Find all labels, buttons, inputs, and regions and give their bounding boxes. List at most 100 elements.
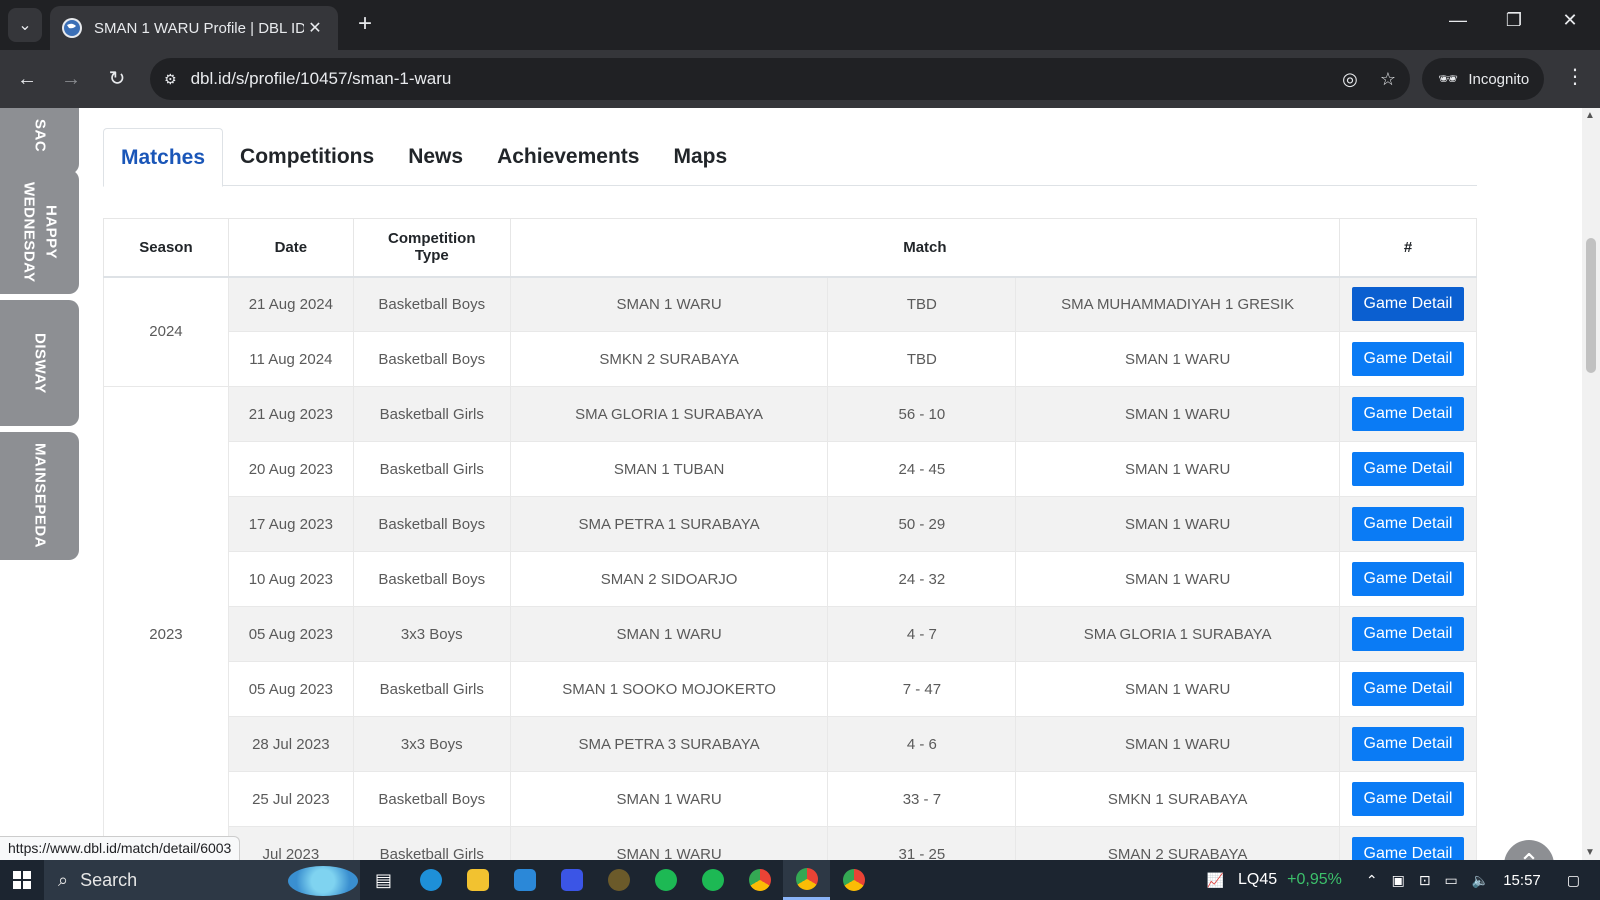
stock-name[interactable]: LQ45 (1238, 871, 1277, 889)
scroll-up-arrow-icon[interactable]: ▲ (1585, 110, 1595, 121)
tab-news[interactable]: News (391, 128, 480, 186)
chrome-icon[interactable] (736, 860, 783, 900)
tab-search-button[interactable]: ⌄ (8, 8, 42, 42)
game-detail-button[interactable]: Game Detail (1351, 342, 1465, 376)
clock[interactable]: 15:57 (1503, 872, 1541, 889)
stock-change[interactable]: +0,95% (1287, 871, 1342, 889)
game-detail-button[interactable]: Game Detail (1351, 727, 1465, 761)
site-info-icon[interactable]: ⚙ (164, 71, 177, 88)
battery-icon[interactable]: ▭ (1445, 872, 1458, 889)
tab-achievements[interactable]: Achievements (480, 128, 656, 186)
eye-off-icon[interactable]: ◎ (1342, 69, 1358, 90)
spotify-icon[interactable] (642, 860, 689, 900)
notifications-icon[interactable]: ▢ (1567, 872, 1580, 889)
browser-tab[interactable]: SMAN 1 WARU Profile | DBL ID ✕ (50, 6, 338, 50)
side-tab-mainsepeda[interactable]: MAINSEPEDA (0, 432, 79, 560)
game-detail-button[interactable]: Game Detail (1351, 287, 1465, 322)
taskbar-search[interactable]: ⌕ Search (44, 860, 360, 900)
chevron-down-icon: ⌄ (18, 17, 32, 34)
restore-button[interactable]: ❐ (1494, 10, 1534, 40)
chevron-up-icon[interactable]: ⌃ (1366, 872, 1378, 889)
competition-type-cell: Basketball Boys (352, 331, 511, 387)
away-team-cell: SMAN 1 WARU (1015, 551, 1341, 607)
score-cell: 24 - 32 (827, 551, 1017, 607)
chrome-icon[interactable] (783, 860, 830, 900)
action-cell: Game Detail (1339, 661, 1477, 717)
scroll-to-top-button[interactable]: ⌃ (1504, 840, 1554, 860)
chrome-icon[interactable] (830, 860, 877, 900)
action-cell: Game Detail (1339, 551, 1477, 607)
date-cell: 10 Aug 2023 (227, 551, 354, 607)
bookmark-star-icon[interactable]: ☆ (1380, 69, 1396, 90)
tab-matches[interactable]: Matches (103, 128, 224, 187)
game-detail-button[interactable]: Game Detail (1351, 837, 1465, 860)
edge-icon[interactable] (407, 860, 454, 900)
mail-icon[interactable] (501, 860, 548, 900)
score-cell: TBD (827, 331, 1017, 387)
date-cell: 11 Aug 2024 (227, 331, 354, 387)
network-icon[interactable]: ⊡ (1419, 872, 1431, 889)
volume-icon[interactable]: 🔈 (1472, 872, 1489, 889)
address-bar[interactable]: ⚙ dbl.id/s/profile/10457/sman-1-waru ◎ ☆ (150, 58, 1410, 100)
reload-button[interactable]: ↻ (102, 64, 132, 94)
file-explorer-icon[interactable] (454, 860, 501, 900)
game-detail-button[interactable]: Game Detail (1351, 507, 1465, 541)
tab-maps[interactable]: Maps (656, 128, 744, 186)
game-detail-button[interactable]: Game Detail (1351, 562, 1465, 596)
meet-icon[interactable]: ▣ (1392, 872, 1405, 889)
side-tab-disway[interactable]: DISWAY (0, 300, 79, 426)
url-text[interactable]: dbl.id/s/profile/10457/sman-1-waru (191, 69, 1321, 89)
side-tab-label: SAC (31, 119, 49, 153)
game-detail-button[interactable]: Game Detail (1351, 397, 1465, 431)
incognito-badge[interactable]: 🕶 Incognito (1422, 58, 1544, 100)
away-team-cell: SMKN 1 SURABAYA (1015, 771, 1341, 827)
date-cell: Jul 2023 (227, 826, 354, 860)
game-detail-button[interactable]: Game Detail (1351, 672, 1465, 706)
game-app-icon[interactable] (595, 860, 642, 900)
scrollbar-thumb[interactable] (1586, 238, 1596, 373)
close-window-button[interactable]: ✕ (1550, 10, 1590, 40)
start-button[interactable] (0, 860, 44, 900)
away-team-cell: SMAN 1 WARU (1015, 331, 1341, 387)
game-detail-button[interactable]: Game Detail (1351, 617, 1465, 651)
task-view-icon[interactable]: ▤ (360, 860, 407, 900)
new-tab-button[interactable]: + (352, 12, 378, 38)
app-icon[interactable] (548, 860, 595, 900)
side-tab-sac[interactable]: SAC (0, 108, 79, 174)
action-cell: Game Detail (1339, 771, 1477, 827)
back-button[interactable]: ← (12, 64, 42, 94)
browser-menu-icon[interactable]: ⋮ (1560, 64, 1590, 89)
browser-toolbar: ← → ↻ ⚙ dbl.id/s/profile/10457/sman-1-wa… (0, 50, 1600, 108)
home-team-cell: SMA PETRA 3 SURABAYA (509, 716, 829, 772)
date-cell: 21 Aug 2023 (227, 386, 354, 442)
away-team-cell: SMAN 1 WARU (1015, 386, 1341, 442)
home-team-cell: SMAN 1 SOOKO MOJOKERTO (509, 661, 829, 717)
score-cell: 33 - 7 (827, 771, 1017, 827)
header-season: Season (103, 218, 229, 278)
minimize-button[interactable]: — (1438, 10, 1478, 40)
side-tab-happy-wednesday[interactable]: HAPPY WEDNESDAY (0, 170, 79, 294)
windows-logo-icon (13, 871, 31, 889)
home-team-cell: SMAN 1 WARU (509, 826, 829, 860)
home-team-cell: SMAN 1 WARU (509, 606, 829, 662)
table-header-row: Season Date Competition Type Match # (103, 218, 1477, 278)
close-tab-icon[interactable]: ✕ (304, 18, 326, 38)
competition-type-cell: Basketball Girls (352, 441, 511, 497)
action-cell: Game Detail (1339, 716, 1477, 772)
score-cell: 4 - 7 (827, 606, 1017, 662)
forward-button[interactable]: → (56, 64, 86, 94)
scroll-down-arrow-icon[interactable]: ▼ (1585, 847, 1595, 858)
system-tray: 📈 LQ45 +0,95% ⌃ ▣ ⊡ ▭ 🔈 15:57 ▢ (1207, 860, 1600, 900)
competition-type-cell: Basketball Boys (352, 276, 511, 332)
action-cell: Game Detail (1339, 441, 1477, 497)
away-team-cell: SMAN 1 WARU (1015, 441, 1341, 497)
chevron-up-icon: ⌃ (1518, 848, 1540, 860)
table-row: 17 Aug 2023 Basketball Boys SMA PETRA 1 SU… (104, 496, 1477, 552)
game-detail-button[interactable]: Game Detail (1351, 452, 1465, 486)
table-row: 28 Jul 2023 3x3 Boys SMA PETRA 3 SURABAYA 4… (104, 716, 1477, 772)
tab-competitions[interactable]: Competitions (223, 128, 391, 186)
spotify-icon[interactable] (689, 860, 736, 900)
game-detail-button[interactable]: Game Detail (1351, 782, 1465, 816)
page-scrollbar[interactable]: ▲ ▼ (1582, 108, 1600, 860)
date-cell: 17 Aug 2023 (227, 496, 354, 552)
